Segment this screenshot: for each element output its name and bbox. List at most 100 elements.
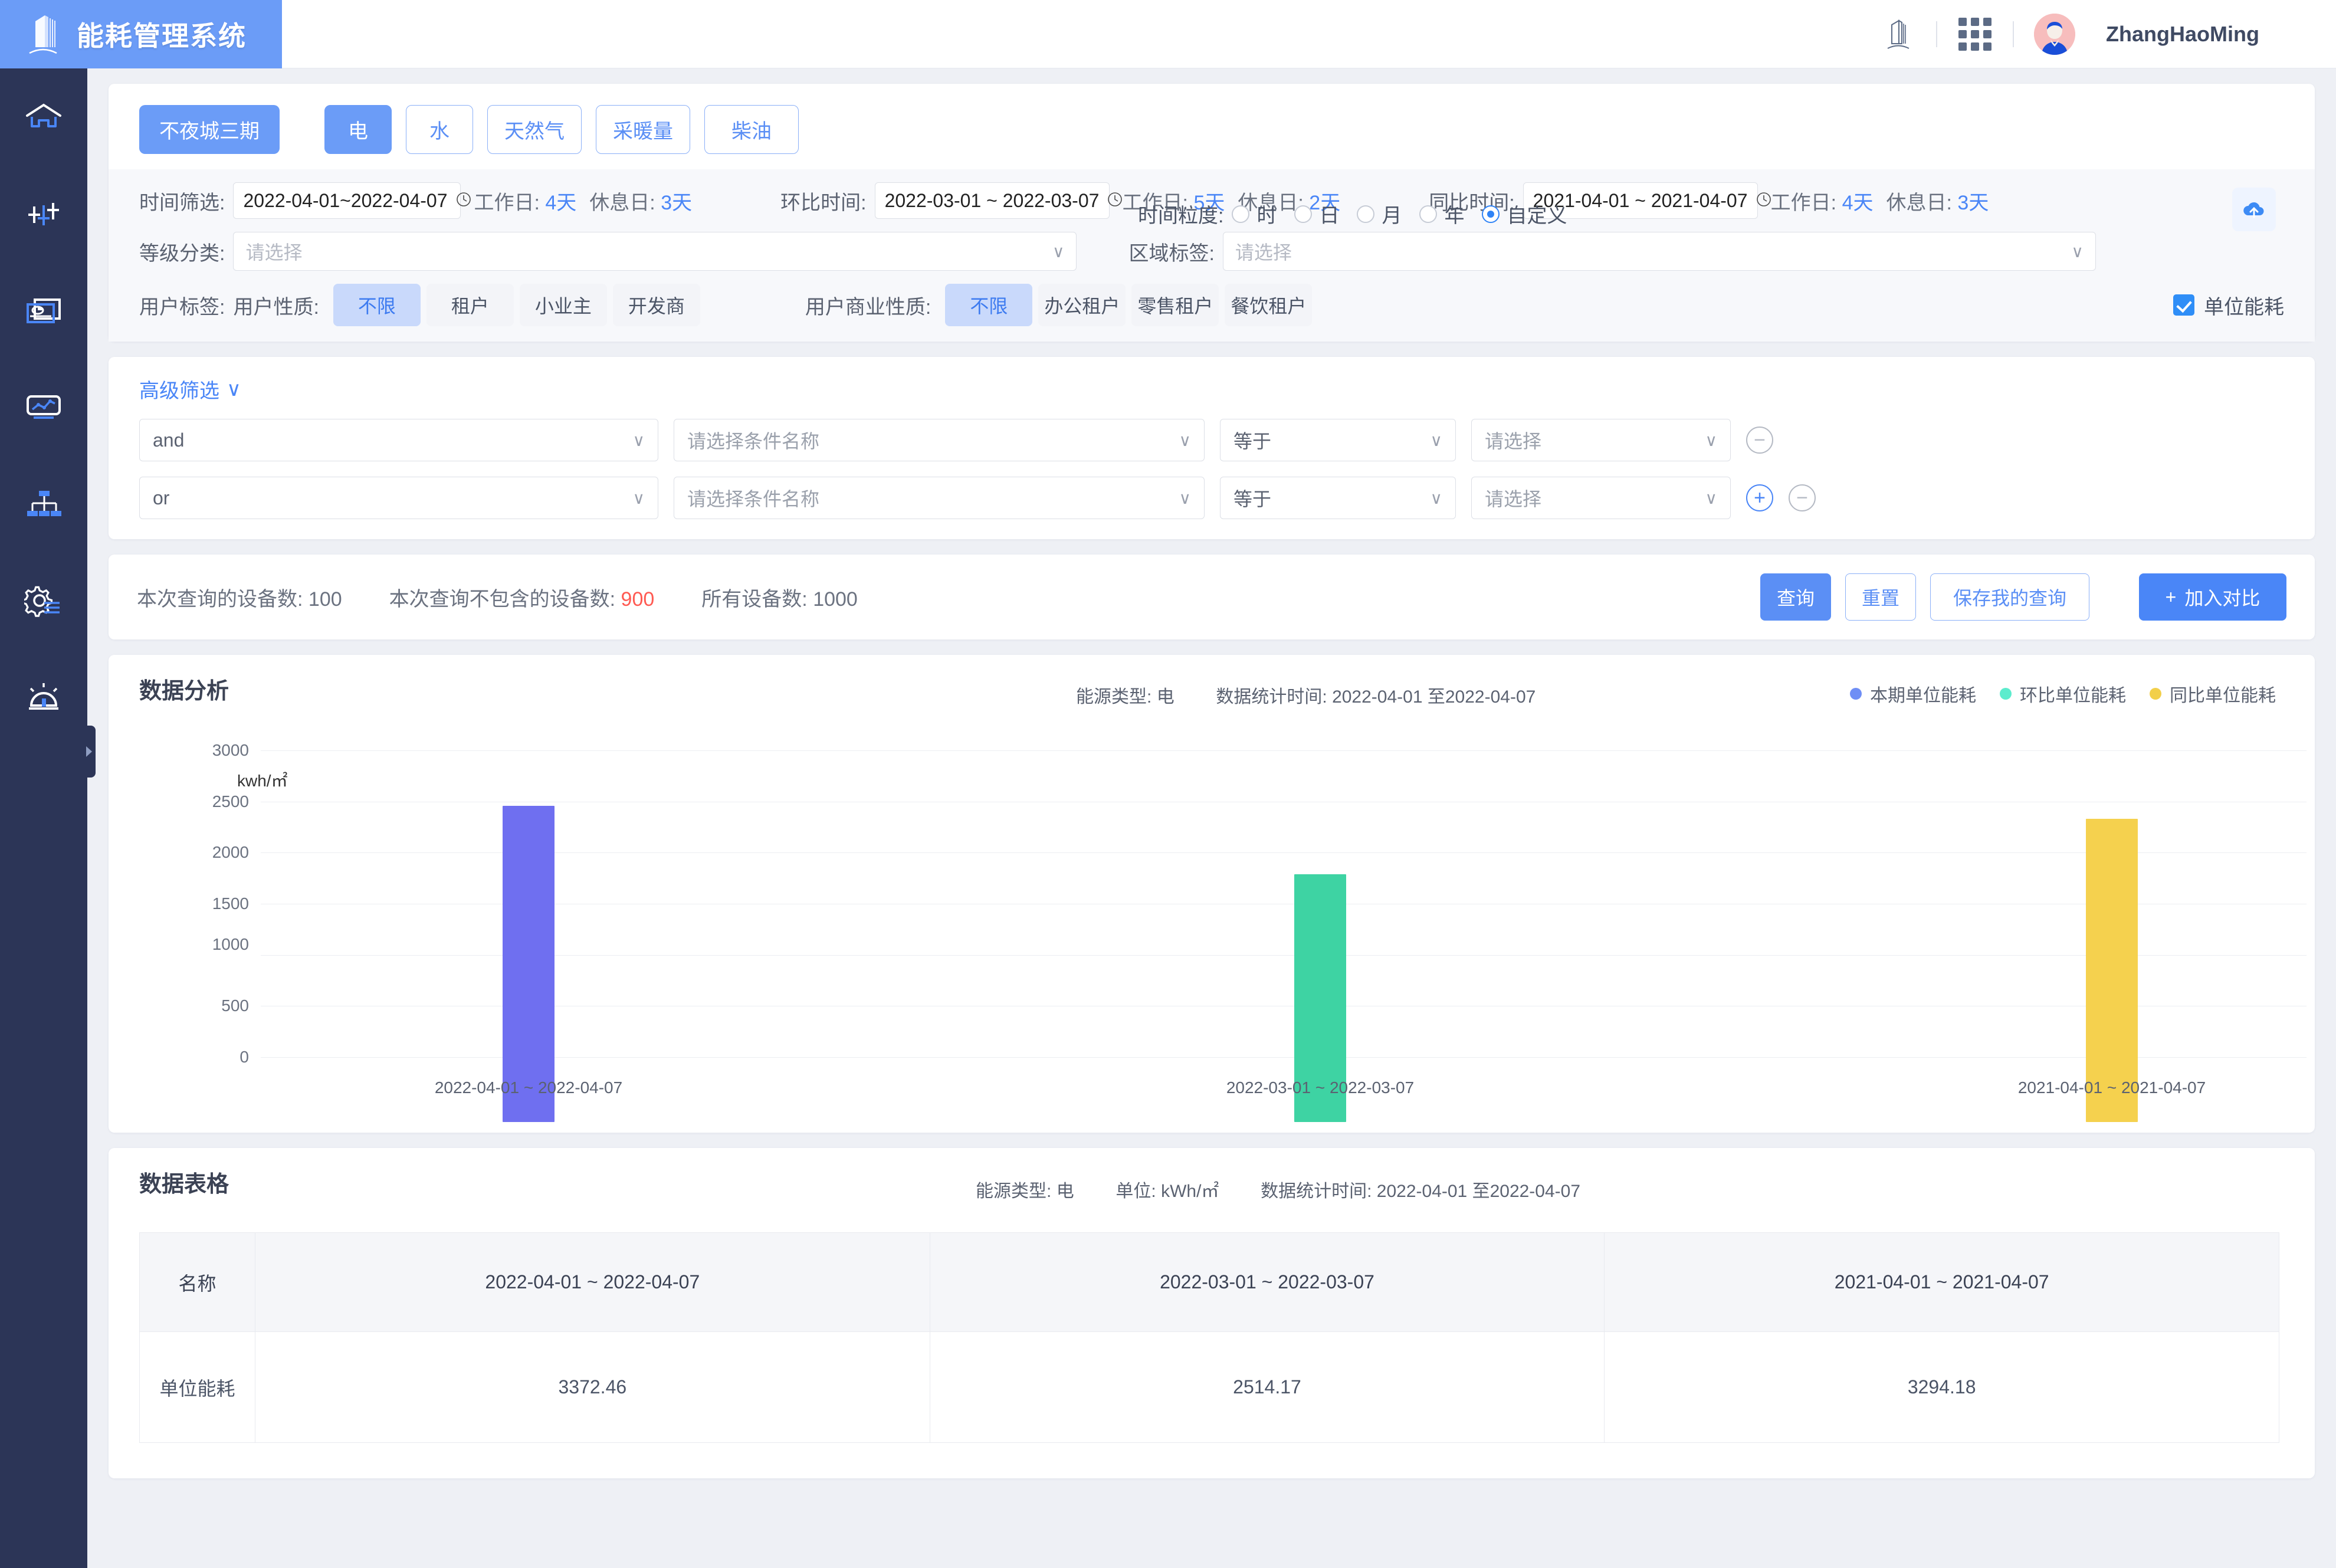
y-tick-2000: 2000 (212, 843, 249, 861)
time-filter-input[interactable]: 2022-04-01~2022-04-07 (233, 182, 471, 219)
logic-select-2[interactable]: or ∨ (139, 477, 658, 519)
energy-data-table: 名称 2022-04-01 ~ 2022-04-07 2022-03-01 ~ … (139, 1232, 2279, 1443)
sidebar-item-alarm[interactable] (0, 649, 87, 746)
queried-devices-label: 本次查询的设备数: (137, 588, 303, 611)
granularity-option-day[interactable]: 日 (1294, 199, 1339, 228)
bar-yoy-period[interactable] (2086, 819, 2138, 1122)
table-energy-type-value: 电 (1056, 1182, 1074, 1201)
chart-legend: 本期单位能耗 环比单位能耗 同比单位能耗 (1850, 681, 2276, 707)
user-nature-option-owner[interactable]: 小业主 (519, 284, 607, 326)
x-label-current: 2022-04-01 ~ 2022-04-07 (434, 1078, 623, 1097)
building-icon[interactable] (1881, 16, 1916, 53)
mom-time-input[interactable]: 2022-03-01 ~ 2022-03-07 (874, 182, 1123, 219)
data-table-title: 数据表格 (139, 1166, 229, 1199)
all-devices-value: 1000 (813, 588, 858, 611)
table-header-row: 名称 2022-04-01 ~ 2022-04-07 2022-03-01 ~ … (139, 1232, 2279, 1332)
page-content: 不夜城三期 电 水 天然气 采暖量 柴油 时间粒度: 时 日 月 年 自定义 时… (87, 68, 2336, 1502)
logic-value-1: and (153, 429, 185, 451)
business-nature-option-any[interactable]: 不限 (945, 284, 1033, 326)
energy-tab-water[interactable]: 水 (406, 105, 473, 154)
legend-item-current[interactable]: 本期单位能耗 (1850, 681, 1976, 707)
query-button[interactable]: 查询 (1760, 573, 1831, 621)
yoy-restday: 休息日: 3天 (1886, 186, 1989, 215)
brand-block: 能耗管理系统 (0, 0, 282, 68)
user-tag-label: 用户标签: (139, 296, 225, 319)
cell-yoy: 3294.18 (1604, 1331, 2279, 1443)
energy-tab-gas[interactable]: 天然气 (487, 105, 582, 154)
mom-time-value: 2022-03-01 ~ 2022-03-07 (884, 189, 1100, 211)
table-stat-time-label: 数据统计时间: (1261, 1182, 1372, 1201)
granularity-option-year[interactable]: 年 (1419, 199, 1464, 228)
granularity-option-month[interactable]: 月 (1357, 199, 1402, 228)
x-label-yoy: 2021-04-01 ~ 2021-04-07 (2017, 1078, 2206, 1097)
legend-dot-current (1850, 688, 1862, 700)
granularity-option-custom[interactable]: 自定义 (1482, 199, 1567, 228)
operator-select-1[interactable]: 等于 ∨ (1220, 419, 1456, 461)
user-nature-option-any[interactable]: 不限 (333, 284, 421, 326)
sidebar-item-monitor[interactable] (0, 165, 87, 262)
reset-button[interactable]: 重置 (1845, 573, 1916, 621)
avatar[interactable] (2034, 13, 2076, 55)
legend-item-mom[interactable]: 环比单位能耗 (2000, 681, 2126, 707)
sidebar-item-analysis[interactable] (0, 359, 87, 455)
chart-energy-type-label: 能源类型: (1076, 687, 1152, 707)
user-business-nature-label: 用户商业性质: (805, 296, 931, 319)
condition-field-select-2[interactable]: 请选择条件名称 ∨ (674, 477, 1205, 519)
condition-field-select-1[interactable]: 请选择条件名称 ∨ (674, 419, 1205, 461)
condition-field-value-2: 请选择条件名称 (687, 488, 820, 510)
project-button[interactable]: 不夜城三期 (139, 105, 280, 154)
add-to-compare-button[interactable]: + 加入对比 (2139, 573, 2286, 621)
save-query-button[interactable]: 保存我的查询 (1930, 573, 2089, 621)
chevron-down-icon: ∨ (1179, 488, 1192, 507)
chart-stat-time-value: 2022-04-01 至2022-04-07 (1332, 687, 1536, 707)
cloud-upload-button[interactable] (2232, 188, 2276, 231)
sidebar-item-settings[interactable] (0, 552, 87, 649)
cloud-upload-icon (2243, 202, 2264, 218)
table-row: 单位能耗 3372.46 2514.17 3294.18 (139, 1331, 2279, 1443)
energy-tab-diesel[interactable]: 柴油 (704, 105, 799, 154)
radio-icon (1232, 205, 1250, 223)
energy-type-tabs: 电 水 天然气 采暖量 柴油 (324, 105, 799, 154)
condition-value-select-1[interactable]: 请选择 ∨ (1471, 419, 1731, 461)
header-actions: ZhangHaoMing (1881, 0, 2336, 68)
energy-tab-electric[interactable]: 电 (324, 105, 392, 154)
y-tick-500: 500 (221, 996, 249, 1015)
excluded-devices-label: 本次查询不包含的设备数: (389, 588, 616, 611)
legend-item-yoy[interactable]: 同比单位能耗 (2150, 681, 2276, 707)
chevron-down-icon: ∨ (2071, 242, 2084, 261)
remove-condition-button-1[interactable]: − (1746, 427, 1773, 454)
area-tag-label: 区域标签: (1128, 242, 1215, 265)
apps-grid-icon[interactable] (1957, 16, 1993, 53)
business-nature-option-retail[interactable]: 零售租户 (1131, 284, 1219, 326)
energy-tab-heating[interactable]: 采暖量 (596, 105, 690, 154)
user-nature-option-tenant[interactable]: 租户 (426, 284, 514, 326)
all-devices-label: 所有设备数: (701, 588, 808, 611)
sidebar-item-topology[interactable] (0, 455, 87, 552)
add-condition-button[interactable]: + (1746, 484, 1773, 511)
granularity-option-hour[interactable]: 时 (1232, 199, 1277, 228)
user-nature-option-developer[interactable]: 开发商 (612, 284, 700, 326)
operator-select-2[interactable]: 等于 ∨ (1220, 477, 1456, 519)
project-and-energy-row: 不夜城三期 电 水 天然气 采暖量 柴油 (109, 99, 2315, 169)
area-tag-select[interactable]: 请选择 ∨ (1222, 232, 2096, 271)
mom-time-label: 环比时间: (780, 191, 867, 214)
bar-current-period[interactable] (503, 806, 555, 1122)
remove-condition-button-2[interactable]: − (1789, 484, 1816, 511)
legend-dot-mom (2000, 688, 2012, 700)
clock-icon (1107, 190, 1123, 212)
unit-energy-checkbox[interactable]: 单位能耗 (2173, 291, 2284, 320)
filter-card: 不夜城三期 电 水 天然气 采暖量 柴油 时间粒度: 时 日 月 年 自定义 时… (109, 84, 2315, 342)
advanced-filter-toggle[interactable]: 高级筛选 ∨ (139, 375, 241, 404)
gridline-1000 (261, 955, 2307, 956)
business-nature-option-food[interactable]: 餐饮租户 (1225, 284, 1313, 326)
chevron-down-icon: ∨ (227, 378, 241, 401)
level-class-select[interactable]: 请选择 ∨ (233, 232, 1077, 271)
condition-value-select-2[interactable]: 请选择 ∨ (1471, 477, 1731, 519)
workday-label: 工作日: (1770, 191, 1837, 214)
report-card-icon (24, 294, 63, 327)
logic-select-1[interactable]: and ∨ (139, 419, 658, 461)
business-nature-option-office[interactable]: 办公租户 (1038, 284, 1126, 326)
sidebar-item-report[interactable] (0, 262, 87, 359)
sidebar-item-home[interactable] (0, 68, 87, 165)
y-tick-1000: 1000 (212, 935, 249, 953)
